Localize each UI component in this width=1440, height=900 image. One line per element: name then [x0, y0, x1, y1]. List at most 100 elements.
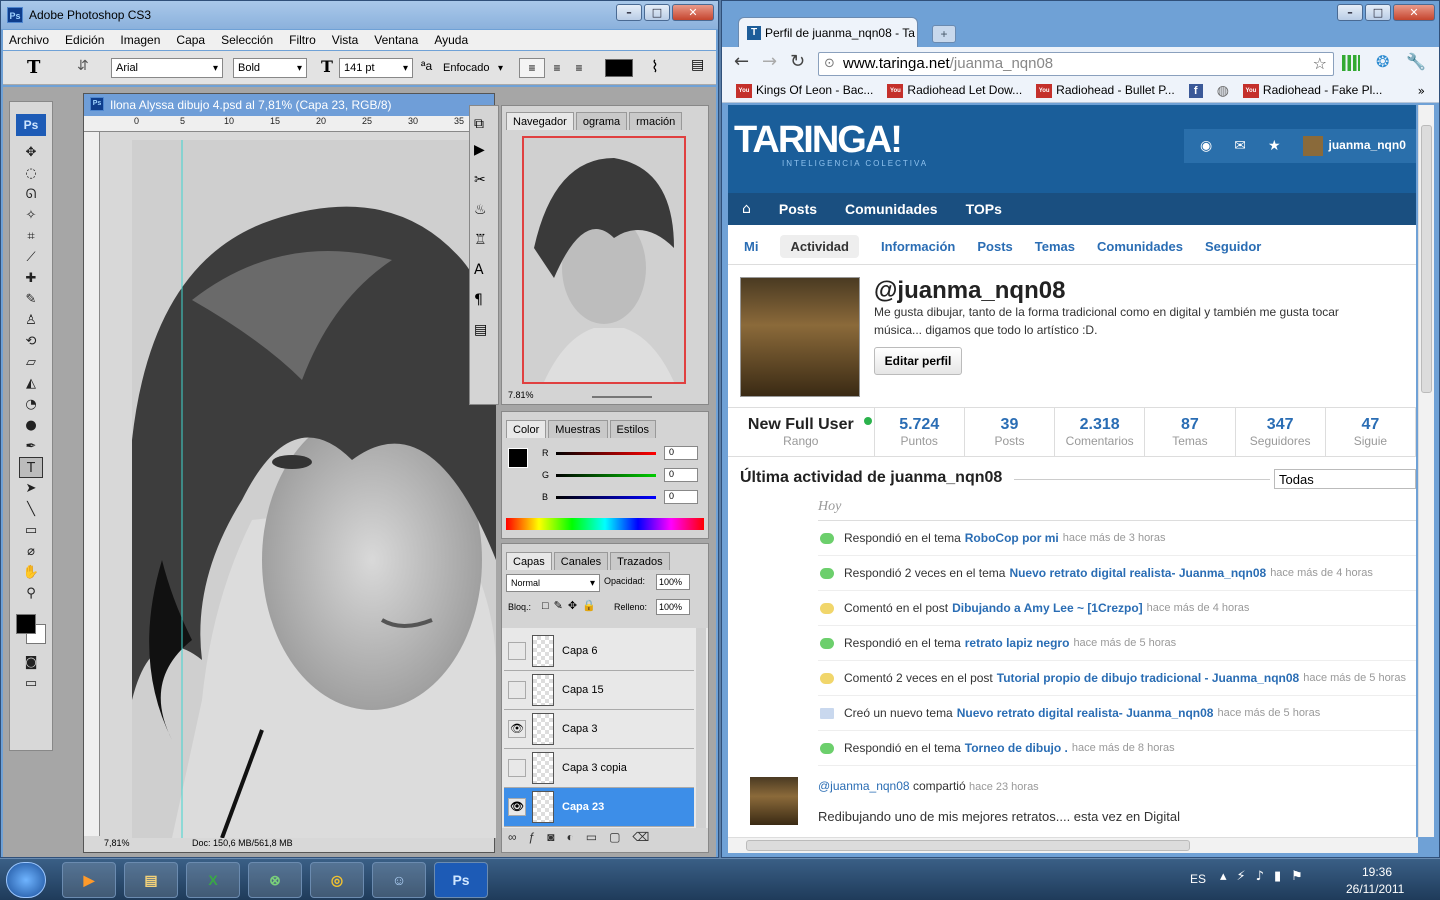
tray-icons[interactable]: ▴⚡♪▮⚑ — [1220, 869, 1313, 884]
antialias-select[interactable]: Enfocado — [439, 58, 507, 78]
bookmark-item[interactable]: You Radiohead - Fake Pl... — [1242, 83, 1382, 98]
menu-vista[interactable]: Vista — [332, 33, 358, 47]
eraser-tool-icon[interactable]: ▱ — [19, 352, 43, 373]
ps-title-bar[interactable]: Ps Adobe Photoshop CS3 – □ ✕ — [1, 1, 718, 29]
layers-scrollbar[interactable] — [696, 628, 706, 828]
layer-comps-icon[interactable]: ▤ — [474, 322, 494, 338]
hscroll-thumb[interactable] — [746, 840, 1190, 851]
vertical-ruler[interactable] — [84, 132, 100, 836]
channel-g-input[interactable]: 0 — [664, 468, 698, 482]
explorer-icon[interactable]: ▤ — [124, 862, 178, 898]
taringa-logo[interactable]: TARINGA! — [734, 119, 903, 162]
menu-capa[interactable]: Capa — [176, 33, 205, 47]
menu-imagen[interactable]: Imagen — [120, 33, 160, 47]
signal-extension-icon[interactable] — [1342, 55, 1360, 71]
start-button[interactable] — [6, 862, 46, 898]
favorites-star-icon[interactable]: ★ — [1268, 138, 1281, 154]
minimize-button[interactable]: – — [1337, 4, 1363, 21]
activity-link[interactable]: retrato lapiz negro — [965, 636, 1070, 650]
messenger-icon[interactable]: ☺ — [372, 862, 426, 898]
extension-icon[interactable]: ❂ — [1376, 52, 1389, 71]
eyedropper-tool-icon[interactable]: ⌀ — [19, 541, 43, 562]
layer-row-active[interactable]: 👁 Capa 23 — [504, 788, 694, 827]
horizontal-scrollbar[interactable] — [728, 837, 1418, 853]
navigator-zoom[interactable]: 7.81% — [508, 390, 534, 400]
font-size-select[interactable]: 141 pt — [339, 58, 413, 78]
stat-points[interactable]: 5.724 Puntos — [875, 408, 965, 456]
vertical-scrollbar[interactable] — [1418, 105, 1434, 837]
profile-avatar[interactable] — [740, 277, 860, 397]
nav-posts[interactable]: Posts — [765, 201, 831, 217]
pen-tool-icon[interactable]: ✒ — [19, 436, 43, 457]
line-tool-icon[interactable]: ╲ — [19, 499, 43, 520]
header-username[interactable]: juanma_nqn0 — [1302, 136, 1406, 156]
clock-date[interactable]: 26/11/2011 — [1346, 882, 1404, 896]
channel-r-slider[interactable] — [556, 452, 656, 455]
star-icon[interactable]: ☆ — [1313, 54, 1327, 73]
type-tool-icon[interactable]: T — [19, 457, 43, 478]
address-bar[interactable]: ⊙ www.taringa.net/juanma_nqn08 ☆ — [818, 52, 1334, 76]
paragraph-icon[interactable]: ¶ — [474, 292, 494, 308]
tab-estilos[interactable]: Estilos — [609, 420, 656, 438]
menu-filtro[interactable]: Filtro — [289, 33, 316, 47]
layer-row[interactable]: Capa 6 — [504, 632, 694, 671]
color-ramp[interactable] — [506, 518, 704, 530]
align-center-icon[interactable]: ≡ — [547, 58, 567, 78]
tab-trazados[interactable]: Trazados — [610, 552, 670, 570]
close-button[interactable]: ✕ — [1393, 4, 1435, 21]
align-left-icon[interactable]: ≡ — [519, 58, 545, 78]
font-family-select[interactable]: Arial — [111, 58, 223, 78]
opacity-input[interactable]: 100% — [656, 574, 690, 590]
activity-link[interactable]: Torneo de dibujo . — [965, 741, 1068, 755]
layer-row[interactable]: 👁 Capa 3 — [504, 710, 694, 749]
history-brush-icon[interactable]: ⟲ — [19, 331, 43, 352]
forward-icon[interactable]: → — [762, 51, 777, 72]
tab-actividad[interactable]: Actividad — [780, 235, 859, 258]
nav-tops[interactable]: TOPs — [952, 201, 1016, 217]
activity-link[interactable]: Nuevo retrato digital realista- Juanma_n… — [957, 706, 1214, 720]
maximize-button[interactable]: □ — [644, 4, 670, 21]
text-tool-icon[interactable]: T — [27, 57, 40, 78]
menu-ventana[interactable]: Ventana — [374, 33, 418, 47]
globe-bookmark-icon[interactable]: ◍ — [1217, 83, 1229, 99]
channel-b-slider[interactable] — [556, 496, 656, 499]
back-icon[interactable]: ← — [734, 51, 749, 72]
activity-link[interactable]: Dibujando a Amy Lee ~ [1Crezpo] — [952, 601, 1143, 615]
eye-icon[interactable]: 👁 — [508, 798, 526, 816]
photoshop-taskbar-icon[interactable]: Ps — [434, 862, 488, 898]
tab-color[interactable]: Color — [506, 420, 547, 438]
eye-icon[interactable]: ◉ — [1200, 138, 1212, 154]
navigator-zoom-slider[interactable] — [592, 396, 652, 398]
clock-time[interactable]: 19:36 — [1362, 865, 1392, 879]
scrollbar-thumb[interactable] — [1421, 125, 1432, 393]
history-icon[interactable]: ⧉ — [474, 116, 494, 132]
dodge-tool-icon[interactable]: ● — [19, 415, 43, 436]
browser-tab[interactable]: T Perfil de juanma_nqn08 - Ta — [738, 17, 918, 47]
bookmark-item[interactable]: You Radiohead - Bullet P... — [1036, 83, 1175, 98]
layers-footer-icons[interactable]: ∞ƒ◙◐▭▢⌫ — [508, 830, 661, 844]
notes-tool-icon[interactable]: ▭ — [19, 520, 43, 541]
mail-icon[interactable]: ✉ — [1234, 138, 1246, 154]
document-canvas[interactable] — [132, 140, 496, 838]
tab-histograma[interactable]: ograma — [575, 112, 628, 130]
visibility-toggle[interactable] — [508, 759, 526, 777]
layer-row[interactable]: Capa 3 copia — [504, 749, 694, 788]
menu-ayuda[interactable]: Ayuda — [434, 33, 468, 47]
quick-mask-icon[interactable]: ◙ — [19, 652, 43, 673]
tab-temas[interactable]: Temas — [1035, 239, 1075, 254]
visibility-toggle[interactable] — [508, 642, 526, 660]
edit-profile-button[interactable]: Editar perfil — [874, 347, 962, 375]
new-tab-button[interactable]: + — [932, 25, 956, 43]
menu-seleccion[interactable]: Selección — [221, 33, 273, 47]
chrome-icon[interactable]: ◎ — [310, 862, 364, 898]
lasso-tool-icon[interactable]: ᘏ — [19, 184, 43, 205]
crop-tool-icon[interactable]: ⌗ — [19, 226, 43, 247]
screen-mode-icon[interactable]: ▭ — [19, 673, 43, 694]
character-icon[interactable]: A — [474, 262, 494, 278]
menu-archivo[interactable]: Archivo — [9, 33, 49, 47]
paint-bucket-icon[interactable]: ◭ — [19, 373, 43, 394]
media-player-icon[interactable]: ▶ — [62, 862, 116, 898]
activity-link[interactable]: Tutorial propio de dibujo tradicional - … — [997, 671, 1299, 685]
more-bookmarks-icon[interactable]: » — [1418, 84, 1425, 98]
document-title[interactable]: Ps Ilona Alyssa dibujo 4.psd al 7,81% (C… — [84, 94, 494, 116]
